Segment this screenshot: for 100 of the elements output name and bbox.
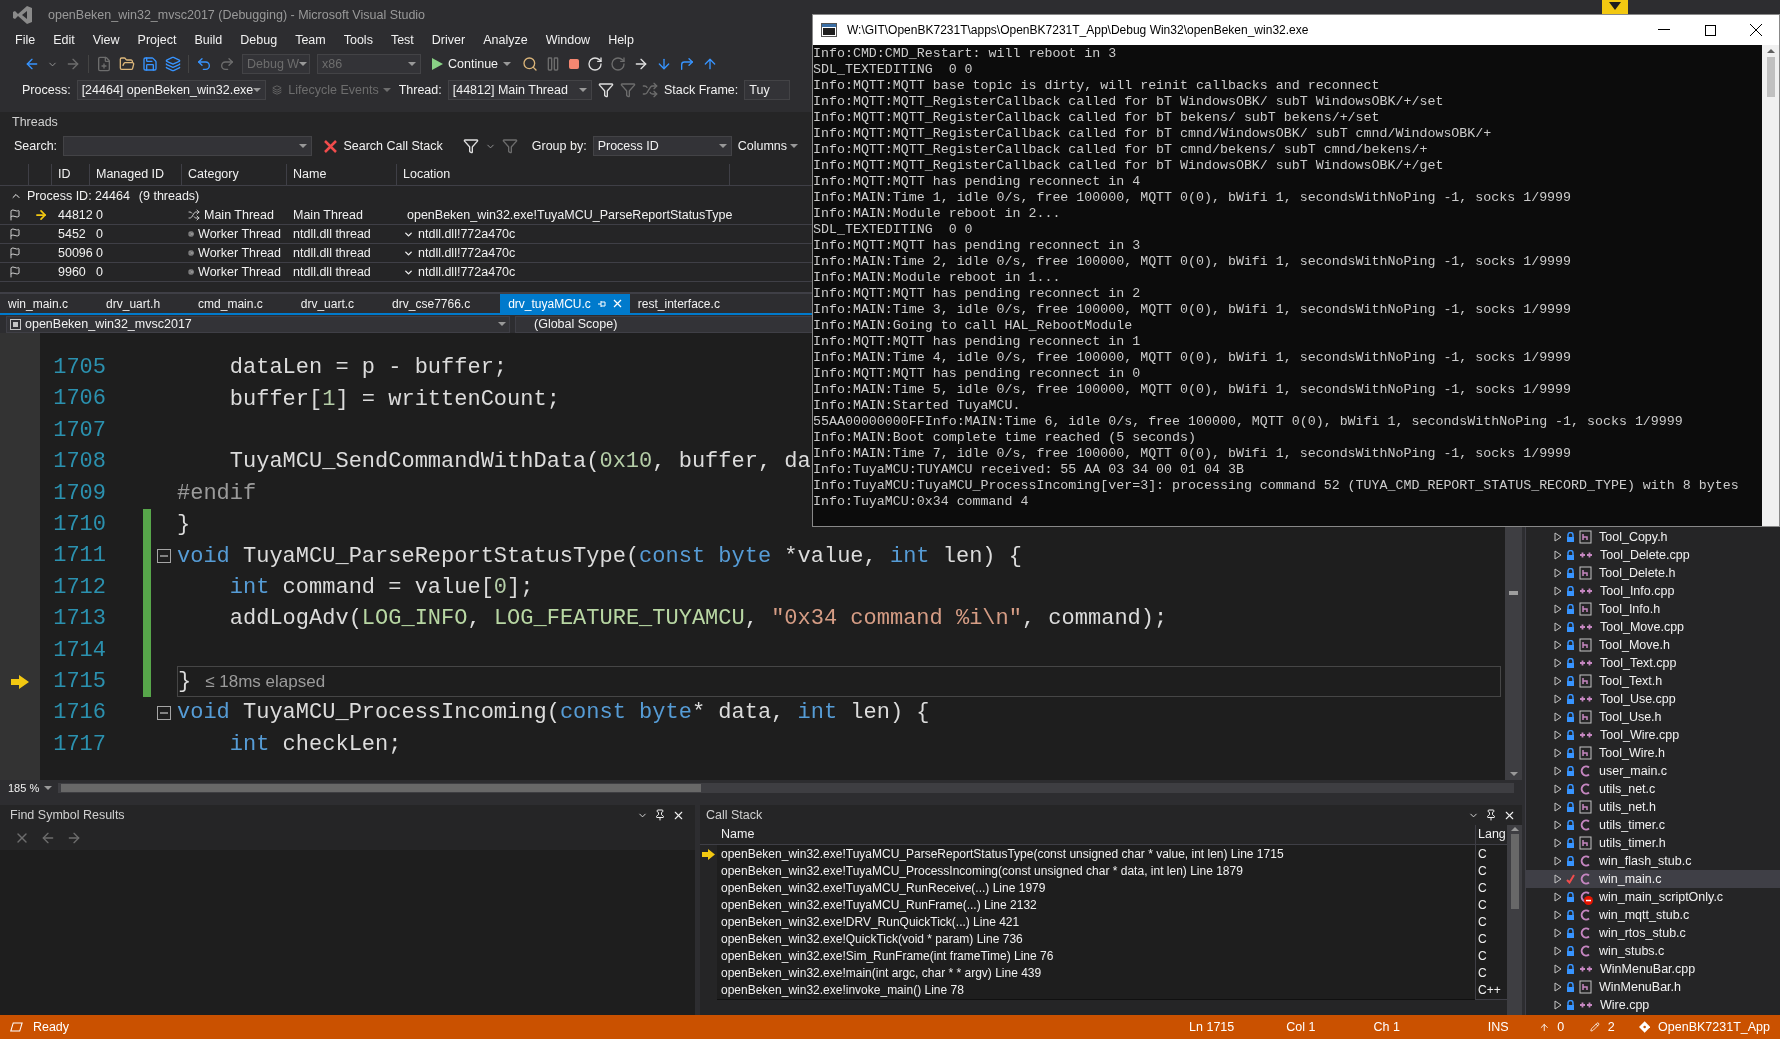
- notification-flag-icon[interactable]: [1602, 0, 1628, 14]
- solution-item[interactable]: Tool_Use.cpp: [1526, 690, 1780, 708]
- menu-item[interactable]: Help: [599, 30, 643, 50]
- menu-item[interactable]: Project: [128, 30, 186, 50]
- solution-item[interactable]: Tool_Move.cpp: [1526, 618, 1780, 636]
- solution-item[interactable]: utils_timer.h: [1526, 834, 1780, 852]
- menu-item[interactable]: View: [83, 30, 129, 50]
- solution-item[interactable]: WinMenuBar.h: [1526, 978, 1780, 996]
- menu-item[interactable]: Team: [286, 30, 335, 50]
- solution-item[interactable]: Tool_Info.cpp: [1526, 582, 1780, 600]
- redo-icon[interactable]: [219, 56, 235, 72]
- restart-icon[interactable]: [587, 56, 604, 72]
- panel-title: Call Stack: [706, 806, 763, 824]
- solution-item[interactable]: Wire.cpp: [1526, 996, 1780, 1014]
- solution-item[interactable]: win_main.c: [1526, 870, 1780, 888]
- scrollbar-thumb[interactable]: [1766, 57, 1775, 97]
- minimize-icon: [1658, 29, 1670, 31]
- menu-item[interactable]: Test: [381, 30, 423, 50]
- solution-item[interactable]: Tool_Wire.cpp: [1526, 726, 1780, 744]
- solution-item[interactable]: Tool_Wire.h: [1526, 744, 1780, 762]
- column-header[interactable]: ID: [52, 164, 90, 185]
- c-file-icon: [1579, 890, 1592, 904]
- forward-icon[interactable]: [65, 56, 81, 72]
- menu-item[interactable]: File: [6, 30, 45, 50]
- flag-icon[interactable]: [8, 247, 21, 260]
- table-cell: openBeken_win32.exe!invoke_main() Line 78: [717, 981, 1475, 1000]
- solution-item[interactable]: utils_timer.c: [1526, 816, 1780, 834]
- column-header[interactable]: Name: [287, 164, 397, 185]
- scope-dropdown[interactable]: (Global Scope): [515, 315, 815, 333]
- solution-item[interactable]: Tool_Move.h: [1526, 636, 1780, 654]
- editor-tab[interactable]: drv_cse7766.c: [384, 294, 479, 313]
- menu-item[interactable]: Build: [185, 30, 232, 50]
- new-file-icon[interactable]: [96, 56, 112, 72]
- column-header[interactable]: Managed ID: [90, 164, 182, 185]
- flag-icon[interactable]: [8, 228, 21, 241]
- solution-item[interactable]: win_flash_stub.c: [1526, 852, 1780, 870]
- solution-item[interactable]: win_rtos_stub.c: [1526, 924, 1780, 942]
- solution-item[interactable]: Tool_Copy.h: [1526, 528, 1780, 546]
- open-folder-icon[interactable]: [119, 56, 135, 72]
- zoom-dropdown[interactable]: 185 %: [8, 779, 53, 797]
- scrollbar-thumb[interactable]: [1510, 834, 1519, 909]
- editor-tab[interactable]: cmd_main.c: [190, 294, 271, 313]
- stack-frame-dropdown[interactable]: Tuy: [744, 80, 790, 100]
- solution-item[interactable]: WinMenuBar.cpp: [1526, 960, 1780, 978]
- column-header[interactable]: Category: [182, 164, 287, 185]
- thread-dropdown[interactable]: [44812] Main Thread: [447, 80, 592, 100]
- step-over-icon[interactable]: [679, 56, 696, 72]
- repository-name[interactable]: OpenBK7231T_App: [1658, 1017, 1770, 1037]
- project-dropdown[interactable]: openBeken_win32_mvsc2017: [6, 315, 510, 333]
- pin-icon[interactable]: [1485, 809, 1497, 821]
- shuffle-icon[interactable]: [641, 82, 658, 98]
- column-header[interactable]: Location: [397, 164, 730, 185]
- collapse-icon[interactable]: [157, 706, 171, 720]
- solution-item[interactable]: win_main_scriptOnly.c: [1526, 888, 1780, 906]
- columns-button[interactable]: Columns: [737, 136, 798, 156]
- column-header[interactable]: Name: [717, 825, 1475, 844]
- editor-tab[interactable]: rest_interface.c: [629, 294, 728, 313]
- menu-item[interactable]: Driver: [422, 30, 475, 50]
- editor-tab[interactable]: win_main.c: [0, 294, 77, 313]
- solution-item[interactable]: Tool_Delete.h: [1526, 564, 1780, 582]
- group-by-dropdown[interactable]: Process ID: [592, 136, 732, 156]
- solution-item[interactable]: win_stubs.c: [1526, 942, 1780, 960]
- git-icon[interactable]: [1638, 1020, 1651, 1034]
- solution-item[interactable]: utils_net.h: [1526, 798, 1780, 816]
- save-all-icon[interactable]: [165, 56, 181, 72]
- search-icon[interactable]: [522, 56, 539, 72]
- solution-item[interactable]: win_mqtt_stub.c: [1526, 906, 1780, 924]
- pencil-icon[interactable]: [1590, 1021, 1600, 1033]
- solution-item[interactable]: user_main.c: [1526, 762, 1780, 780]
- flag-icon[interactable]: [8, 266, 21, 279]
- process-dropdown[interactable]: [24464] openBeken_win32.exe: [76, 80, 267, 100]
- search-call-stack-button[interactable]: Search Call Stack: [324, 136, 443, 156]
- pin-icon[interactable]: [654, 809, 666, 821]
- collapse-icon[interactable]: [157, 549, 171, 564]
- menu-item[interactable]: Analyze: [474, 30, 537, 50]
- continue-button[interactable]: Continue: [428, 53, 516, 75]
- solution-item[interactable]: Tool_Delete.cpp: [1526, 546, 1780, 564]
- save-icon[interactable]: [142, 56, 158, 72]
- solution-item[interactable]: Tool_Info.h: [1526, 600, 1780, 618]
- stop-icon[interactable]: [568, 58, 581, 70]
- console-line: Info:MAIN:Module reboot in 2...: [813, 206, 1062, 222]
- menu-item[interactable]: Window: [536, 30, 600, 50]
- search-field[interactable]: [63, 136, 313, 156]
- line-number: 1712: [52, 573, 106, 602]
- flag-icon[interactable]: [8, 209, 21, 222]
- editor-tab[interactable]: drv_uart.c: [292, 294, 363, 313]
- back-icon[interactable]: [24, 56, 40, 72]
- undo-icon[interactable]: [196, 56, 212, 72]
- solution-item[interactable]: Tool_Text.cpp: [1526, 654, 1780, 672]
- solution-item[interactable]: utils_net.c: [1526, 780, 1780, 798]
- menu-item[interactable]: Debug: [231, 30, 287, 50]
- menu-item[interactable]: Tools: [334, 30, 382, 50]
- editor-tab[interactable]: drv_uart.h: [98, 294, 169, 313]
- refresh-icon[interactable]: [610, 56, 627, 72]
- console-line: Info:MAIN:Time 5, idle 0/s, free 100000, MQTT 0(0), bWifi 1, secondsWithNoPing -1, socks 1/9999: [813, 382, 1573, 398]
- changes-count[interactable]: 2: [1607, 1017, 1615, 1037]
- unpushed-count[interactable]: 0: [1557, 1017, 1565, 1037]
- solution-item[interactable]: Tool_Text.h: [1526, 672, 1780, 690]
- menu-item[interactable]: Edit: [44, 30, 84, 50]
- solution-item[interactable]: Tool_Use.h: [1526, 708, 1780, 726]
